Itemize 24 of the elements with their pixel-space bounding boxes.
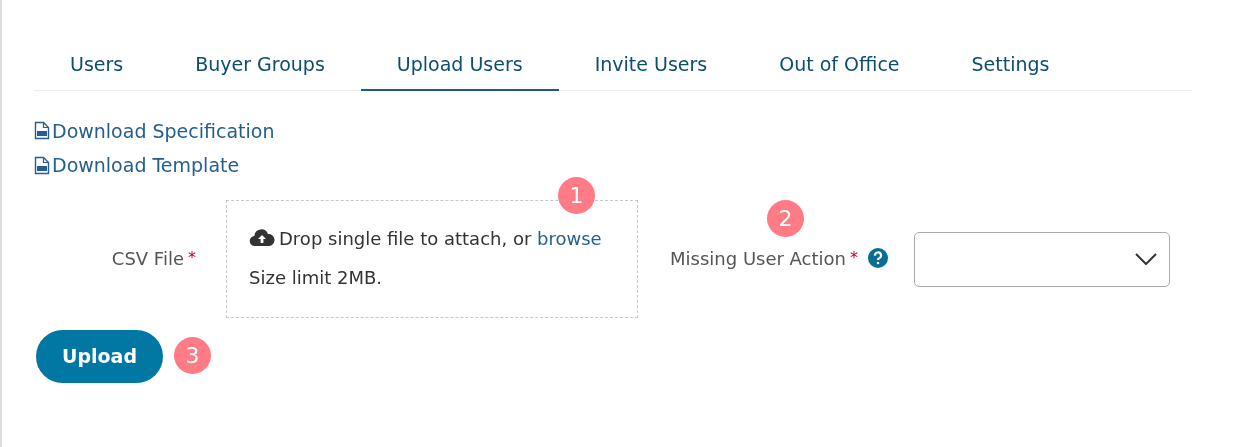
download-link[interactable]: Download Template bbox=[52, 151, 240, 180]
tab[interactable]: Buyer Groups bbox=[159, 40, 361, 91]
callout-badge: 2 bbox=[767, 200, 804, 237]
csv-file-icon bbox=[34, 121, 50, 141]
browse-link[interactable]: browse bbox=[537, 227, 602, 249]
tab[interactable]: Out of Office bbox=[743, 40, 936, 91]
field-label: Missing User Action bbox=[670, 246, 846, 271]
size-limit-text: Size limit 2MB. bbox=[249, 265, 384, 290]
help-icon[interactable] bbox=[868, 248, 888, 268]
tab[interactable]: Upload Users bbox=[360, 40, 559, 91]
csv-file-icon bbox=[34, 155, 50, 175]
callout-badge: 3 bbox=[174, 337, 211, 374]
tab[interactable]: Users bbox=[34, 40, 160, 91]
cloud-upload-icon bbox=[249, 229, 275, 247]
callout-badge: 1 bbox=[558, 177, 595, 214]
chevron-down-icon bbox=[1135, 253, 1157, 265]
upload-button[interactable]: Upload bbox=[36, 329, 163, 383]
download-link[interactable]: Download Specification bbox=[52, 116, 275, 145]
tab[interactable]: Settings bbox=[935, 40, 1086, 91]
required-mark: * bbox=[188, 247, 196, 269]
required-mark: * bbox=[850, 247, 858, 269]
field-label: CSV File bbox=[111, 246, 184, 271]
drop-instructions: Drop single file to attach, or browse bbox=[279, 226, 602, 251]
tab[interactable]: Invite Users bbox=[558, 40, 744, 91]
